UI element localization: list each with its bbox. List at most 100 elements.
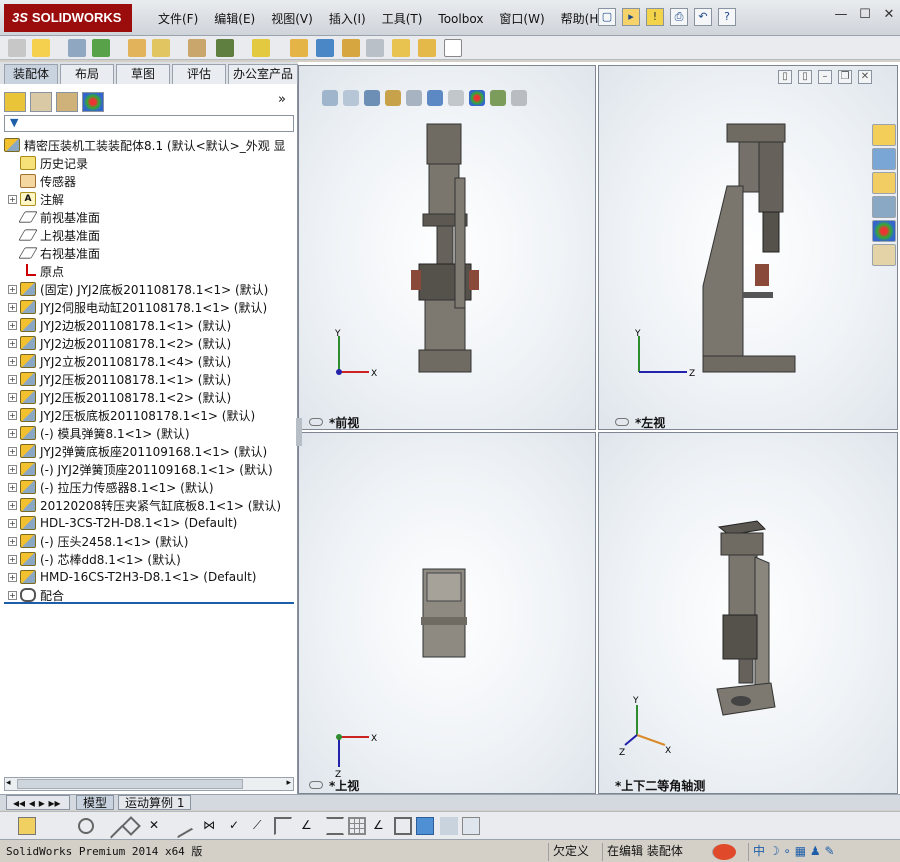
zoom-to-fit-icon[interactable] [322, 90, 338, 106]
horizontal-scrollbar[interactable]: ◂ ▸ [4, 777, 294, 791]
scroll-left-icon[interactable]: ◂ [6, 778, 11, 788]
tree-item[interactable]: + (-) 拉压力传感器8.1<1> (默认) [8, 478, 214, 496]
viewport-close-icon[interactable]: ✕ [858, 70, 872, 84]
tree-item[interactable]: + A 注解 [8, 190, 64, 208]
tree-item[interactable]: + JYJ2弹簧底板座201109168.1<1> (默认) [8, 442, 267, 460]
annotation-icon[interactable] [18, 817, 36, 835]
expand-icon[interactable]: + [8, 554, 17, 564]
tab-scroll-buttons[interactable]: ◂◂ ◂ ▸ ▸▸ [6, 795, 70, 810]
tree-item[interactable]: + (固定) JYJ2底板201108178.1<1> (默认) [8, 280, 268, 298]
display-style-icon[interactable] [427, 90, 443, 106]
table-icon[interactable] [462, 817, 480, 835]
panel-splitter-handle[interactable] [296, 418, 302, 446]
tab-model[interactable]: 模型 [76, 795, 115, 810]
tree-item[interactable]: 右视基准面 [8, 244, 100, 262]
menu-tools[interactable]: 工具(T) [374, 10, 431, 28]
minimize-button[interactable]: — [832, 8, 850, 24]
scroll-right-icon[interactable]: ▸ [286, 778, 291, 788]
tree-item[interactable]: + JYJ2边板201108178.1<2> (默认) [8, 334, 231, 352]
assembly-features-icon[interactable] [252, 39, 270, 57]
file-explorer-icon[interactable] [872, 172, 896, 194]
expand-icon[interactable]: + [8, 284, 17, 294]
menu-view[interactable]: 视图(V) [263, 10, 321, 28]
display-manager-icon[interactable] [82, 92, 104, 112]
configuration-manager-icon[interactable] [56, 92, 78, 112]
offset-icon[interactable] [168, 813, 194, 839]
mirror-icon[interactable]: ⋈ [202, 817, 220, 835]
apply-scene-icon[interactable] [490, 90, 506, 106]
tree-item[interactable]: + JYJ2压板201108178.1<1> (默认) [8, 370, 231, 388]
cube-icon[interactable] [416, 817, 434, 835]
tree-item[interactable]: 前视基准面 [8, 208, 100, 226]
circle-icon[interactable] [78, 818, 94, 834]
view-palette-icon[interactable] [872, 196, 896, 218]
display-icon[interactable] [440, 817, 458, 835]
expand-icon[interactable]: + [8, 464, 17, 474]
viewport-left[interactable]: Y Z *左视 [598, 65, 898, 430]
split-horizontal-icon[interactable]: ▯ [778, 70, 792, 84]
tab-motion-study[interactable]: 运动算例 1 [118, 795, 192, 810]
open-folder-icon[interactable]: ▸ [622, 8, 640, 26]
polygon-icon[interactable] [121, 816, 141, 836]
pencil-icon[interactable] [68, 39, 86, 57]
menu-insert[interactable]: 插入(I) [321, 10, 374, 28]
box-icon[interactable] [394, 817, 412, 835]
property-manager-icon[interactable] [30, 92, 52, 112]
expand-panel-icon[interactable]: » [278, 92, 286, 107]
hide-show-icon[interactable] [448, 90, 464, 106]
close-button[interactable]: ✕ [880, 8, 898, 24]
tree-item[interactable]: 上视基准面 [8, 226, 100, 244]
custom-properties-icon[interactable] [872, 244, 896, 266]
expand-icon[interactable]: + [8, 518, 17, 528]
viewport-restore-icon[interactable]: ❐ [838, 70, 852, 84]
appearances-icon[interactable] [872, 220, 896, 242]
tree-item[interactable]: + HDL-3CS-T2H-D8.1<1> (Default) [8, 514, 237, 532]
expand-icon[interactable]: + [8, 410, 17, 420]
rebuild-icon[interactable]: ! [646, 8, 664, 26]
trim-icon[interactable]: ✕ [148, 817, 166, 835]
show-hidden-icon[interactable] [216, 39, 234, 57]
design-library-icon[interactable] [872, 148, 896, 170]
interference-icon[interactable] [418, 39, 436, 57]
mate-icon[interactable] [92, 39, 110, 57]
view-settings-icon[interactable] [511, 90, 527, 106]
grid-icon[interactable] [348, 817, 366, 835]
expand-icon[interactable]: + [8, 446, 17, 456]
expand-icon[interactable]: + [8, 572, 17, 582]
expand-icon[interactable]: + [8, 482, 17, 492]
insert-component-icon[interactable] [8, 39, 26, 57]
viewport-isometric[interactable]: Y X Z *上下二等角轴测 [598, 432, 898, 794]
tree-item[interactable]: 传感器 [8, 172, 76, 190]
solidworks-logo[interactable]: 3S SOLIDWORKS [4, 4, 132, 32]
tree-item[interactable]: 历史记录 [8, 154, 88, 172]
tree-item[interactable]: + JYJ2立板201108178.1<4> (默认) [8, 352, 231, 370]
viewport-front[interactable]: Y X *前视 [298, 65, 596, 430]
slash-icon[interactable]: ⟋ [252, 817, 270, 835]
tree-item[interactable]: + JYJ2伺服电动缸201108178.1<1> (默认) [8, 298, 267, 316]
tab-layout[interactable]: 布局 [60, 64, 114, 84]
bill-of-materials-icon[interactable] [342, 39, 360, 57]
tab-sketch[interactable]: 草图 [116, 64, 170, 84]
expand-icon[interactable]: + [8, 536, 17, 546]
help-icon[interactable]: ? [718, 8, 736, 26]
input-method-icon[interactable] [712, 844, 736, 860]
check-icon[interactable]: ✓ [228, 817, 246, 835]
assembly-icon[interactable] [32, 39, 50, 57]
tab-assembly[interactable]: 装配体 [4, 64, 58, 84]
dimension-icon[interactable] [326, 817, 344, 835]
scroll-thumb[interactable] [17, 779, 243, 789]
tree-item[interactable]: + JYJ2压板底板201108178.1<1> (默认) [8, 406, 255, 424]
tab-office-products[interactable]: 办公室产品 [228, 64, 298, 84]
expand-icon[interactable]: + [8, 302, 17, 312]
section-view-icon[interactable] [385, 90, 401, 106]
tree-item[interactable]: + (-) 芯棒dd8.1<1> (默认) [8, 550, 181, 568]
expand-icon[interactable]: + [8, 194, 17, 204]
zoom-to-area-icon[interactable] [343, 90, 359, 106]
tree-item[interactable]: + (-) 模具弹簧8.1<1> (默认) [8, 424, 190, 442]
smart-fastener-icon[interactable] [152, 39, 170, 57]
tree-root[interactable]: 精密压装机工装装配体8.1 (默认<默认>_外观 显 [4, 136, 286, 154]
move-component-icon[interactable] [188, 39, 206, 57]
expand-icon[interactable]: + [8, 320, 17, 330]
tree-item[interactable]: 原点 [8, 262, 64, 280]
viewport-minimize-icon[interactable]: – [818, 70, 832, 84]
